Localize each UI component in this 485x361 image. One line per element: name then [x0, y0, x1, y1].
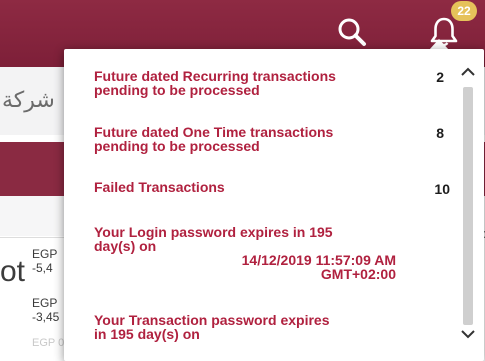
notification-text: Future dated One Time transactions	[94, 124, 334, 140]
notification-text: Your Transaction password expires	[94, 312, 330, 328]
notification-count: 2	[436, 69, 444, 85]
notification-item[interactable]: Future dated One Time transactions pendi…	[94, 125, 406, 153]
notification-text: Future dated Recurring transactions	[94, 68, 336, 84]
notification-item[interactable]: Failed Transactions	[94, 180, 406, 194]
scroll-down-button[interactable]	[457, 323, 479, 345]
dropdown-scrollbar[interactable]	[457, 61, 479, 351]
notification-text: in 195 day(s) on	[94, 326, 200, 342]
row-amount: -5,4	[32, 261, 53, 275]
notification-text: day(s) on	[94, 238, 157, 254]
row-currency: EGP	[32, 247, 58, 261]
notification-count: 10	[434, 181, 450, 197]
notification-date: 14/12/2019 11:57:09 AM	[241, 252, 396, 268]
company-name-fragment: شركة	[2, 88, 55, 113]
notification-text: Your Login password expires in 195	[94, 224, 333, 240]
notifications-dropdown: Future dated Recurring transactions pend…	[64, 49, 484, 361]
notification-text: pending to be processed	[94, 82, 260, 98]
chevron-down-icon	[461, 330, 475, 339]
notification-item[interactable]: Future dated Recurring transactions pend…	[94, 69, 406, 97]
notification-count: 8	[436, 125, 444, 141]
background-row: EGP -3,45	[32, 296, 59, 324]
row-amount: -3,45	[32, 310, 60, 324]
search-button[interactable]	[332, 12, 372, 52]
background-row: EGP -5,4	[32, 247, 57, 275]
background-text-fragment: ot	[0, 255, 26, 288]
notification-timezone: GMT+02:00	[320, 266, 396, 282]
notification-text: pending to be processed	[94, 138, 260, 154]
notification-item[interactable]: Your Transaction password expires in 195…	[94, 313, 406, 341]
notification-count-badge: 22	[451, 1, 477, 21]
scroll-up-button[interactable]	[457, 61, 479, 83]
search-icon	[338, 18, 366, 46]
chevron-up-icon	[461, 67, 475, 76]
notification-item[interactable]: Your Login password expires in 195 day(s…	[94, 225, 406, 281]
row-currency: EGP	[32, 296, 58, 310]
scrollbar-thumb[interactable]	[463, 87, 473, 325]
notification-text: Failed Transactions	[94, 179, 225, 195]
